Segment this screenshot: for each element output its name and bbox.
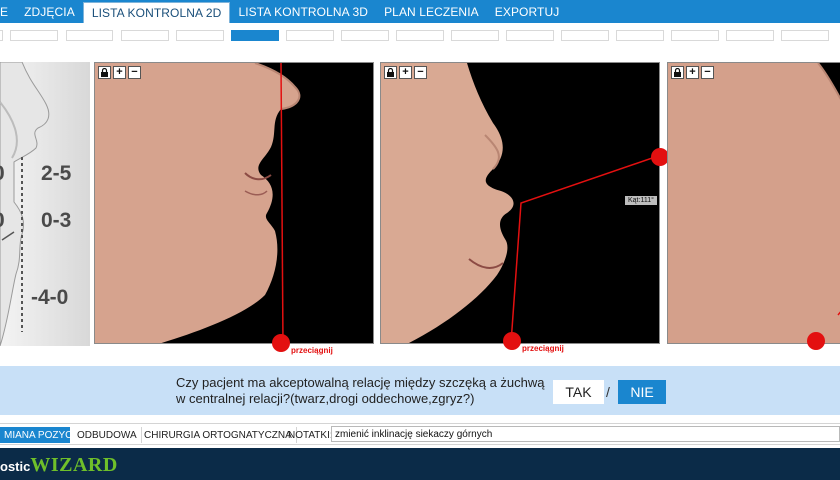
photo-panel-3[interactable]: + −	[667, 62, 840, 344]
drag-handle[interactable]	[272, 334, 290, 352]
step-tab[interactable]	[176, 30, 224, 41]
step-strip	[0, 23, 840, 45]
question-text: Czy pacjent ma akceptowalną relację międ…	[176, 375, 556, 407]
tab-treatment-plan[interactable]: PLAN LECZENIA	[376, 0, 487, 23]
lock-icon[interactable]	[98, 66, 111, 79]
diagram-value-middle: 0-3	[41, 209, 72, 232]
angle-badge: Kąt:111°	[625, 196, 657, 205]
reference-diagram: 0 0 2-5 0-3 -4-0	[0, 62, 90, 346]
zoom-in-icon[interactable]: +	[113, 66, 126, 79]
top-nav: E ZDJĘCIA LISTA KONTROLNA 2D LISTA KONTR…	[0, 0, 840, 23]
app-window: E ZDJĘCIA LISTA KONTROLNA 2D LISTA KONTR…	[0, 0, 840, 480]
logo-text-wizard: WIZARD	[30, 454, 118, 476]
step-tab[interactable]	[0, 30, 3, 41]
no-button[interactable]: NIE	[618, 380, 666, 404]
drag-label: przeciągnij	[291, 346, 333, 355]
notes-label: NOTATKI:	[288, 429, 333, 441]
drag-handle[interactable]	[807, 332, 825, 350]
profile-photo	[95, 63, 301, 343]
diagram-value-partial: 0	[0, 209, 5, 233]
step-tab[interactable]	[66, 30, 113, 41]
answer-separator: /	[606, 384, 610, 400]
zoom-out-icon[interactable]: −	[701, 66, 714, 79]
step-tab[interactable]	[726, 30, 774, 41]
step-tab[interactable]	[286, 30, 334, 41]
photo-panel-2[interactable]: + − Kąt:111°	[380, 62, 660, 344]
tab-home[interactable]: E	[0, 0, 16, 23]
tab-export[interactable]: EXPORTUJ	[487, 0, 568, 23]
drag-handle[interactable]	[503, 332, 521, 350]
footer-bar	[0, 448, 840, 480]
question-line-1: Czy pacjent ma akceptowalną relację międ…	[176, 375, 545, 390]
step-tab[interactable]	[781, 30, 829, 41]
tab-orthognathic-surgery[interactable]: CHIRURGIA ORTOGNATYCZNA	[140, 427, 297, 443]
diagram-value-partial: 0	[0, 162, 5, 186]
question-line-2: w centralnej relacji?(twarz,drogi oddech…	[176, 391, 475, 406]
question-bar: Czy pacjent ma akceptowalną relację międ…	[0, 366, 840, 415]
step-tab[interactable]	[616, 30, 664, 41]
diagram-value-lower: -4-0	[31, 286, 69, 309]
diagram-value-upper: 2-5	[41, 162, 72, 185]
tab-restoration[interactable]: ODBUDOWA	[73, 427, 142, 443]
step-tab[interactable]	[10, 30, 58, 41]
profile-photo	[381, 63, 659, 343]
logo-text-prefix: ostic	[0, 459, 31, 474]
step-tab[interactable]	[121, 30, 169, 41]
step-tab[interactable]	[396, 30, 444, 41]
zoom-out-icon[interactable]: −	[414, 66, 427, 79]
lock-icon[interactable]	[384, 66, 397, 79]
notes-input[interactable]	[331, 426, 840, 442]
step-tab[interactable]	[561, 30, 609, 41]
tab-photos[interactable]: ZDJĘCIA	[16, 0, 83, 23]
tab-checklist-3d[interactable]: LISTA KONTROLNA 3D	[230, 0, 376, 23]
step-tab-active[interactable]	[231, 30, 279, 41]
photo-panel-1[interactable]: + −	[94, 62, 374, 344]
zoom-in-icon[interactable]: +	[686, 66, 699, 79]
lock-icon[interactable]	[671, 66, 684, 79]
step-tab[interactable]	[341, 30, 389, 41]
step-tab[interactable]	[671, 30, 719, 41]
tab-position-change[interactable]: MIANA POZYCJI	[0, 427, 80, 443]
step-tab[interactable]	[506, 30, 554, 41]
step-tab[interactable]	[451, 30, 499, 41]
drag-label: przeciągnij	[522, 344, 564, 353]
tab-checklist-2d[interactable]: LISTA KONTROLNA 2D	[82, 2, 231, 23]
zoom-out-icon[interactable]: −	[128, 66, 141, 79]
yes-button[interactable]: TAK	[553, 380, 604, 404]
zoom-in-icon[interactable]: +	[399, 66, 412, 79]
profile-photo	[668, 63, 840, 343]
app-logo: ostic WIZARD	[0, 454, 118, 476]
